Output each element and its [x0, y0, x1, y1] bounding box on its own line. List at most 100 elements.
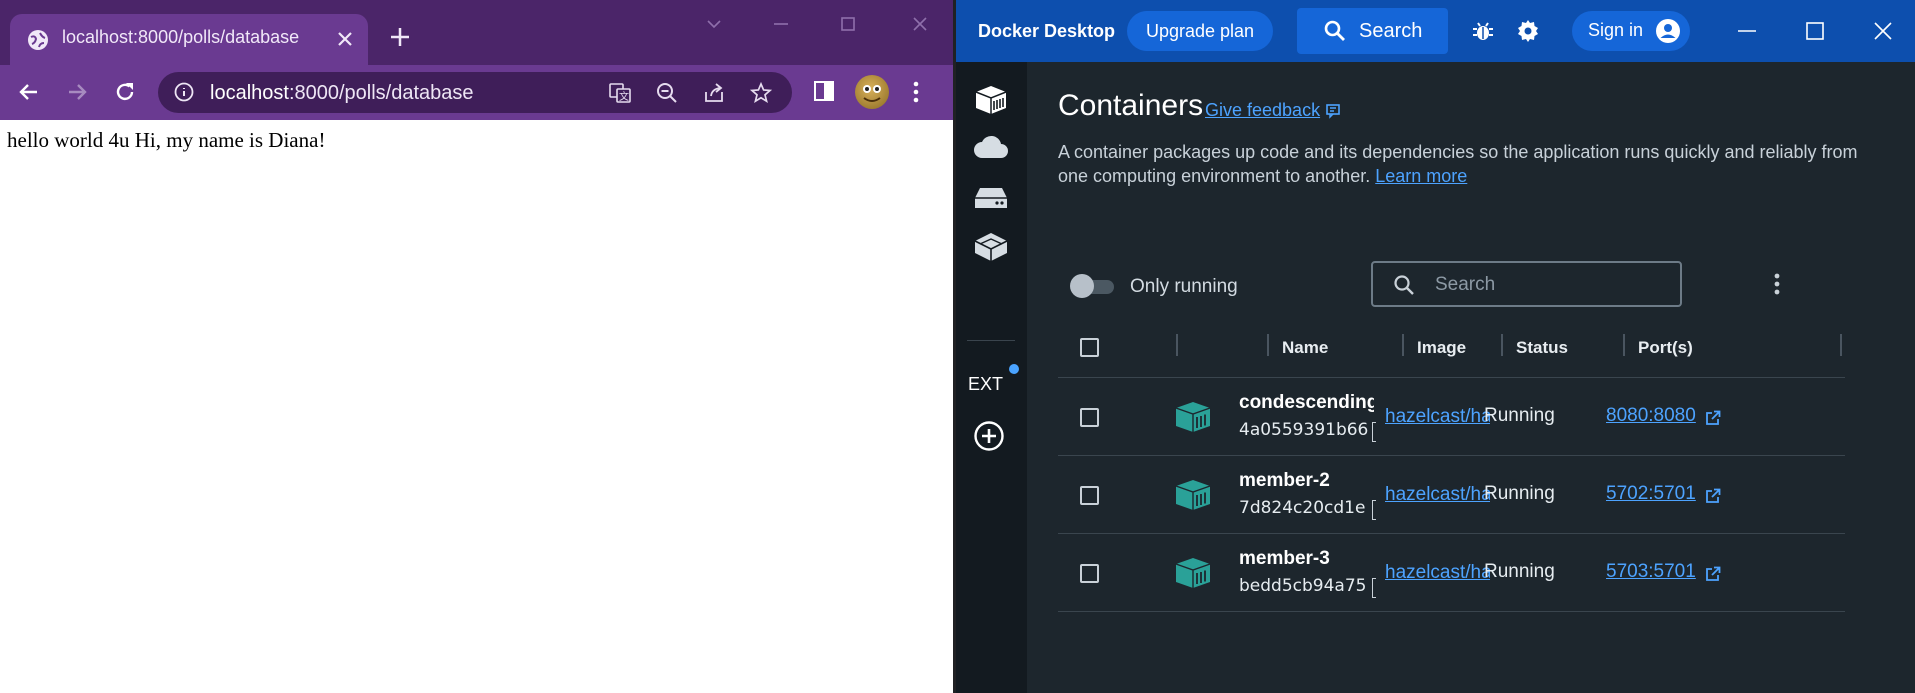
search-icon — [1394, 275, 1414, 295]
url-text: localhost:8000/polls/database — [210, 82, 474, 104]
close-window-icon[interactable] — [910, 14, 930, 34]
maximize-icon[interactable] — [838, 14, 858, 34]
row-checkbox[interactable] — [1080, 564, 1099, 583]
close-tab-icon[interactable] — [335, 29, 355, 49]
copy-id-icon[interactable] — [1372, 578, 1376, 598]
tab-title: localhost:8000/polls/database — [62, 27, 300, 47]
close-window-icon[interactable] — [1870, 18, 1896, 44]
container-id: bedd5cb94a75 — [1239, 576, 1367, 596]
translate-icon[interactable]: 文 — [609, 82, 631, 104]
table-row[interactable]: member-3 bedd5cb94a75 hazelcast/hazelcas… — [1058, 534, 1845, 612]
column-separator — [1402, 334, 1404, 356]
share-icon[interactable] — [703, 82, 725, 104]
row-checkbox[interactable] — [1080, 408, 1099, 427]
learn-more-link[interactable]: Learn more — [1375, 166, 1467, 186]
sidebar-divider — [967, 340, 1015, 341]
container-status: Running — [1484, 405, 1555, 426]
page-text: hello world 4u Hi, my name is Diana! — [7, 128, 326, 152]
copy-id-icon[interactable] — [1372, 500, 1376, 520]
browser-toolbar: localhost:8000/polls/database 文 — [0, 65, 953, 120]
zoom-icon[interactable] — [656, 82, 678, 104]
extensions-nav-label[interactable]: EXT — [968, 374, 1003, 395]
extensions-badge — [1009, 364, 1019, 374]
app-name: Docker Desktop — [978, 21, 1116, 41]
menu-kebab-icon[interactable] — [911, 80, 921, 104]
container-image-link[interactable]: hazelcast/hazelcast — [1385, 484, 1490, 506]
give-feedback-link[interactable]: Give feedback — [1205, 100, 1342, 121]
settings-gear-icon[interactable] — [1516, 19, 1540, 43]
feedback-icon — [1326, 104, 1340, 119]
container-name[interactable]: member-2 — [1239, 470, 1374, 492]
browser-window: localhost:8000/polls/database localhost:… — [0, 0, 953, 693]
container-port-link[interactable]: 8080:8080 — [1606, 405, 1696, 427]
minimize-icon[interactable] — [771, 14, 791, 34]
more-options-icon[interactable] — [1773, 272, 1781, 296]
container-status: Running — [1484, 561, 1555, 582]
sign-in-button[interactable]: Sign in — [1572, 11, 1690, 51]
page-title: Containers — [1058, 89, 1204, 122]
container-id: 4a0559391b66 — [1239, 420, 1369, 440]
open-external-icon[interactable] — [1705, 566, 1721, 582]
container-search-input[interactable]: Search — [1371, 261, 1682, 307]
site-info-icon[interactable] — [174, 82, 194, 102]
dev-environments-icon[interactable] — [973, 230, 1009, 264]
only-running-toggle[interactable] — [1070, 274, 1116, 298]
maximize-icon[interactable] — [1802, 18, 1828, 44]
container-id: 7d824c20cd1e — [1239, 498, 1366, 518]
table-row[interactable]: condescending 4a0559391b66 hazelcast/haz… — [1058, 378, 1845, 456]
bug-report-icon[interactable] — [1471, 19, 1495, 43]
container-status: Running — [1484, 483, 1555, 504]
column-header-status[interactable]: Status — [1516, 338, 1568, 358]
minimize-icon[interactable] — [1734, 18, 1760, 44]
only-running-label: Only running — [1130, 276, 1238, 297]
bookmark-star-icon[interactable] — [750, 82, 772, 104]
upgrade-plan-button[interactable]: Upgrade plan — [1127, 11, 1273, 51]
table-row[interactable]: member-2 7d824c20cd1e hazelcast/hazelcas… — [1058, 456, 1845, 534]
tab-strip: localhost:8000/polls/database — [0, 0, 953, 65]
svg-text:文: 文 — [619, 90, 629, 103]
global-search-button[interactable]: Search — [1297, 8, 1448, 54]
containers-nav-icon[interactable] — [973, 83, 1009, 117]
container-icon — [1173, 477, 1213, 513]
volumes-icon[interactable] — [973, 185, 1009, 211]
open-external-icon[interactable] — [1705, 488, 1721, 504]
container-name[interactable]: condescending — [1239, 392, 1374, 414]
tab-search-icon[interactable] — [704, 14, 724, 34]
docker-desktop-window: Docker Desktop Upgrade plan Search Sign … — [956, 0, 1915, 693]
docker-titlebar: Docker Desktop Upgrade plan Search Sign … — [956, 0, 1915, 62]
container-port-link[interactable]: 5703:5701 — [1606, 561, 1696, 583]
column-header-ports[interactable]: Port(s) — [1638, 338, 1693, 358]
reload-icon[interactable] — [113, 80, 137, 104]
column-header-image[interactable]: Image — [1417, 338, 1466, 358]
images-cloud-icon[interactable] — [973, 134, 1009, 160]
address-bar[interactable]: localhost:8000/polls/database 文 — [158, 72, 792, 113]
column-separator — [1501, 334, 1503, 356]
column-header-name[interactable]: Name — [1282, 338, 1328, 358]
profile-avatar[interactable] — [855, 75, 889, 109]
search-button-label: Search — [1359, 20, 1423, 42]
container-icon — [1173, 399, 1213, 435]
copy-id-icon[interactable] — [1372, 422, 1376, 442]
add-extension-icon[interactable] — [973, 420, 1005, 452]
container-image-link[interactable]: hazelcast/hazelcast — [1385, 406, 1490, 428]
column-separator — [1623, 334, 1625, 356]
select-all-checkbox[interactable] — [1080, 338, 1099, 357]
row-checkbox[interactable] — [1080, 486, 1099, 505]
page-content: hello world 4u Hi, my name is Diana! — [0, 120, 953, 693]
page-description: A container packages up code and its dep… — [1058, 142, 1858, 186]
search-icon — [1324, 20, 1345, 41]
sign-in-label: Sign in — [1588, 20, 1644, 40]
docker-sidebar: EXT — [956, 62, 1027, 693]
open-external-icon[interactable] — [1705, 410, 1721, 426]
container-name[interactable]: member-3 — [1239, 548, 1374, 570]
back-icon[interactable] — [17, 80, 41, 104]
column-separator — [1267, 334, 1269, 356]
browser-tab[interactable]: localhost:8000/polls/database — [10, 14, 368, 65]
container-image-link[interactable]: hazelcast/hazelcast — [1385, 562, 1490, 584]
forward-icon[interactable] — [65, 80, 89, 104]
new-tab-icon[interactable] — [389, 26, 411, 48]
column-separator — [1176, 334, 1178, 356]
table-header: Name Image Status Port(s) — [1058, 314, 1845, 378]
container-port-link[interactable]: 5702:5701 — [1606, 483, 1696, 505]
side-panel-icon[interactable] — [813, 80, 835, 102]
